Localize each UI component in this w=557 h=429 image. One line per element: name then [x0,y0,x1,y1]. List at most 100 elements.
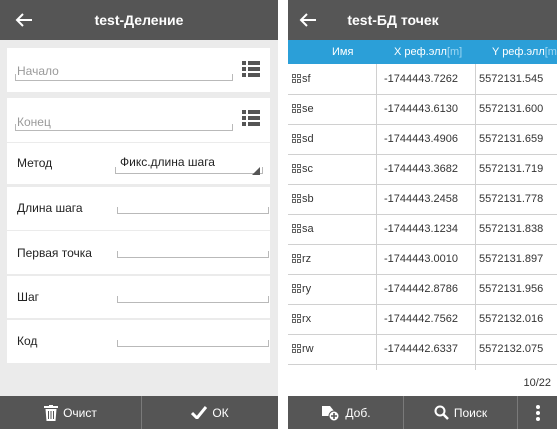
cell-name: sd [292,124,314,154]
more-menu-button[interactable] [518,396,557,429]
step-label: Шаг [17,290,40,304]
step-length-input[interactable] [117,207,269,214]
method-row: Метод Фикс.длина шага [7,143,270,184]
code-input[interactable] [117,340,269,347]
cell-x: -1744442.8786 [384,283,459,295]
end-input-underline [15,124,233,131]
col-header-y-unit: [m] [544,46,557,58]
code-label: Код [17,334,38,348]
col-header-name[interactable]: Имя [332,40,353,64]
table-row[interactable]: sc -1744443.3682 5572131.719 [288,154,557,185]
point-name: rw [302,343,314,355]
method-label: Метод [17,156,53,170]
method-select-underline [115,167,263,174]
list-select-icon[interactable] [242,61,260,77]
cell-name: rw [292,334,314,364]
cell-y: 5572132.075 [479,343,544,355]
page-indicator: 10/22 [523,377,551,389]
cell-x: -1744443.3682 [384,163,459,175]
cell-y: 5572131.778 [479,193,544,205]
cell-y: 5572132.016 [479,313,544,325]
col-header-x-label: X реф.элл [394,46,447,58]
point-icon [292,254,301,263]
table-row[interactable]: rx -1744442.7562 5572132.016 [288,304,557,335]
bottom-toolbar: Доб. Поиск [288,396,557,429]
cell-name: sf [292,64,311,94]
cell-name: ry [292,274,311,304]
table-row[interactable]: rw -1744442.6337 5572132.075 [288,334,557,365]
cell-name: sc [292,154,313,184]
table-row[interactable]: sb -1744443.2458 5572131.778 [288,184,557,215]
search-button[interactable]: Поиск [404,396,517,429]
table-row[interactable]: ry -1744442.8786 5572131.956 [288,274,557,305]
ok-button-label: ОК [212,405,229,420]
points-db-panel: test-БД точек Имя X реф.элл[m] Y реф.элл… [288,0,557,429]
table-row[interactable]: sa -1744443.1234 5572131.838 [288,214,557,245]
code-row: Код [7,320,270,363]
clear-button-label: Очист [63,405,97,420]
cell-y: 5572131.956 [479,283,544,295]
search-icon [434,405,449,420]
point-icon [292,224,301,233]
add-button[interactable]: Доб. [288,396,403,429]
col-header-y-label: Y реф.элл [492,46,545,58]
checkmark-icon [191,406,208,419]
first-point-label: Первая точка [17,246,92,260]
point-icon [292,74,301,83]
point-name: ry [302,283,312,295]
cell-y: 5572131.545 [479,73,544,85]
title-bar: test-БД точек [288,0,557,40]
add-button-label: Доб. [345,405,371,420]
bottom-toolbar: Очист ОК [0,396,278,429]
col-header-y[interactable]: Y реф.элл[m] [492,40,557,64]
cell-name: sb [292,184,314,214]
points-table: sf -1744443.7262 5572131.545 se -1744443.613… [288,64,557,370]
point-name: sc [302,163,313,175]
cell-y: 5572131.719 [479,163,544,175]
point-icon [292,284,301,293]
start-field-row: Начало [7,48,270,92]
col-header-x-unit: [m] [446,46,463,58]
add-point-icon [322,405,340,421]
point-icon [292,134,301,143]
cell-x: -1744443.1234 [384,223,459,235]
cell-x: -1744443.2458 [384,193,459,205]
cell-name: rz [292,244,311,274]
point-icon [292,314,301,323]
column-divider [376,64,377,370]
step-row: Шаг [7,276,270,318]
cell-x: -1744443.6130 [384,103,459,115]
end-field-row: Конец [7,98,270,142]
point-icon [292,104,301,113]
dropdown-corner-icon [252,167,260,175]
start-input-underline [15,74,233,81]
cell-y: 5572131.838 [479,223,544,235]
page-title: test-Деление [94,12,184,28]
table-row[interactable]: sf -1744443.7262 5572131.545 [288,64,557,95]
point-name: rx [302,313,312,325]
first-point-input[interactable] [117,251,269,258]
more-vert-icon [535,404,540,421]
col-header-x[interactable]: X реф.элл[m] [394,40,462,64]
cell-y: 5572131.600 [479,103,544,115]
step-input[interactable] [117,296,269,303]
point-name: sb [302,193,314,205]
cell-x: -1744442.7562 [384,313,459,325]
point-name: rz [302,253,312,265]
clear-button[interactable]: Очист [0,396,141,429]
divide-panel: test-Деление Начало Конец Метод Фикс.дли… [0,0,278,429]
table-row[interactable]: rz -1744443.0010 5572131.897 [288,244,557,275]
point-icon [292,344,301,353]
trash-icon [44,404,59,421]
point-name: sd [302,133,314,145]
table-row[interactable]: se -1744443.6130 5572131.600 [288,94,557,125]
list-select-icon[interactable] [242,110,260,126]
point-icon [292,194,301,203]
point-name: se [302,103,314,115]
ok-button[interactable]: ОК [142,396,278,429]
table-row[interactable]: sd -1744443.4906 5572131.659 [288,124,557,155]
step-length-label: Длина шага [17,201,83,215]
point-icon [292,164,301,173]
point-name: sf [302,73,311,85]
cell-name: sa [292,214,314,244]
